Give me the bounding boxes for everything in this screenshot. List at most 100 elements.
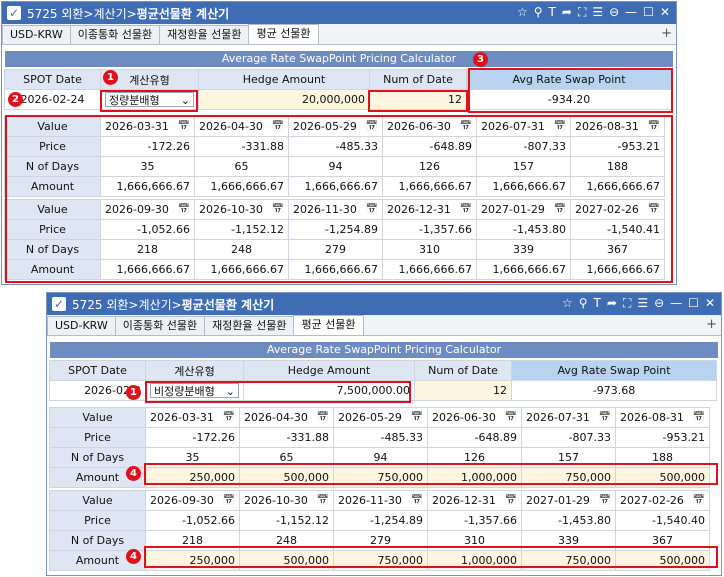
amount-cell[interactable]: 750,000 <box>333 550 428 571</box>
star-icon[interactable]: ☆ <box>562 296 573 311</box>
value-date-input[interactable]: 2026-06-30 📅 <box>427 407 522 428</box>
calendar-icon[interactable]: 📅 <box>411 495 423 506</box>
value-date-input[interactable]: 2026-08-31 📅 <box>570 116 665 137</box>
amount-cell[interactable]: 1,000,000 <box>427 550 522 571</box>
maximize-icon[interactable]: ☐ <box>688 296 699 311</box>
value-date-input[interactable]: 2027-02-26 📅 <box>615 490 710 511</box>
amount-cell[interactable]: 500,000 <box>615 550 710 571</box>
calendar-icon[interactable]: 📅 <box>693 412 705 423</box>
value-date-input[interactable]: 2026-04-30 📅 <box>194 116 289 137</box>
tab-usd-krw[interactable]: USD-KRW <box>2 25 71 44</box>
value-date-input[interactable]: 2026-03-31 📅 <box>100 116 195 137</box>
text-icon[interactable]: T <box>594 296 601 311</box>
value-date-input[interactable]: 2027-01-29 📅 <box>521 490 616 511</box>
amount-cell[interactable]: 750,000 <box>521 550 616 571</box>
amount-cell[interactable]: 500,000 <box>615 467 710 488</box>
value-date-input[interactable]: 2026-05-29 📅 <box>333 407 428 428</box>
amount-cell[interactable]: 1,000,000 <box>427 467 522 488</box>
close-icon[interactable]: ✕ <box>660 5 670 20</box>
minimize-circle-icon[interactable]: ⊖ <box>609 5 619 20</box>
amount-cell[interactable]: 750,000 <box>333 467 428 488</box>
amount-cell: 1,666,666.67 <box>476 259 571 280</box>
plus-icon[interactable]: + <box>706 317 717 332</box>
num-of-date-input[interactable]: 12 <box>414 380 512 401</box>
calendar-icon[interactable]: 📅 <box>223 495 235 506</box>
calendar-icon[interactable]: 📅 <box>366 121 378 132</box>
hedge-amount-input[interactable]: 7,500,000.00 <box>243 380 415 401</box>
expand-icon[interactable]: ⛶ <box>578 5 586 20</box>
value-date-input[interactable]: 2026-05-29 📅 <box>288 116 383 137</box>
value-date-input[interactable]: 2026-11-30 📅 <box>333 490 428 511</box>
minimize-icon[interactable]: — <box>670 296 682 311</box>
calendar-icon[interactable]: 📅 <box>648 204 660 215</box>
value-date-input[interactable]: 2026-10-30 📅 <box>194 199 289 220</box>
value-date-input[interactable]: 2026-10-30 📅 <box>239 490 334 511</box>
calendar-icon[interactable]: 📅 <box>272 204 284 215</box>
calendar-icon[interactable]: 📅 <box>693 495 705 506</box>
value-date-input[interactable]: 2027-01-29 📅 <box>476 199 571 220</box>
amount-cell[interactable]: 750,000 <box>521 467 616 488</box>
amount-cell[interactable]: 500,000 <box>239 467 334 488</box>
hedge-amount-input[interactable]: 20,000,000 <box>198 89 370 110</box>
minimize-circle-icon[interactable]: ⊖ <box>654 296 664 311</box>
value-date-input[interactable]: 2026-09-30 📅 <box>145 490 240 511</box>
value-date-input[interactable]: 2026-07-31 📅 <box>476 116 571 137</box>
tab-cross-currency[interactable]: 이종통화 선물환 <box>114 316 206 335</box>
star-icon[interactable]: ☆ <box>517 5 528 20</box>
tab-average-forward[interactable]: 평균 선물환 <box>293 315 364 335</box>
calendar-icon[interactable]: 📅 <box>223 412 235 423</box>
calendar-icon[interactable]: 📅 <box>599 495 611 506</box>
checkbox-icon[interactable]: ✓ <box>7 6 21 20</box>
value-date-input[interactable]: 2026-12-31 📅 <box>427 490 522 511</box>
value-date-input[interactable]: 2026-11-30 📅 <box>288 199 383 220</box>
list-icon[interactable]: ☰ <box>592 5 603 20</box>
maximize-icon[interactable]: ☐ <box>643 5 654 20</box>
value-date-input[interactable]: 2026-08-31 📅 <box>615 407 710 428</box>
value-date-input[interactable]: 2026-03-31 📅 <box>145 407 240 428</box>
calc-type-select[interactable]: 정량분배형 ⌄ <box>100 89 199 110</box>
link-off-icon[interactable]: ⚲ <box>534 5 543 20</box>
value-date-input[interactable]: 2027-02-26 📅 <box>570 199 665 220</box>
calendar-icon[interactable]: 📅 <box>460 204 472 215</box>
calendar-icon[interactable]: 📅 <box>317 495 329 506</box>
amount-cell[interactable]: 250,000 <box>145 467 240 488</box>
calendar-icon[interactable]: 📅 <box>554 121 566 132</box>
calendar-icon[interactable]: 📅 <box>178 204 190 215</box>
amount-cell[interactable]: 250,000 <box>145 550 240 571</box>
value-date-input[interactable]: 2026-04-30 📅 <box>239 407 334 428</box>
share-icon[interactable]: ➦ <box>562 5 572 20</box>
tab-arbitrage[interactable]: 재정환율 선물환 <box>204 316 295 335</box>
calendar-icon[interactable]: 📅 <box>554 204 566 215</box>
calendar-icon[interactable]: 📅 <box>505 495 517 506</box>
list-icon[interactable]: ☰ <box>637 296 648 311</box>
calendar-icon[interactable]: 📅 <box>366 204 378 215</box>
value-date-input[interactable]: 2026-09-30 📅 <box>100 199 195 220</box>
tab-usd-krw[interactable]: USD-KRW <box>47 316 116 335</box>
calendar-icon[interactable]: 📅 <box>411 412 423 423</box>
calendar-icon[interactable]: 📅 <box>317 412 329 423</box>
expand-icon[interactable]: ⛶ <box>623 296 631 311</box>
calendar-icon[interactable]: 📅 <box>648 121 660 132</box>
tab-arbitrage[interactable]: 재정환율 선물환 <box>159 25 250 44</box>
minimize-icon[interactable]: — <box>625 5 637 20</box>
link-off-icon[interactable]: ⚲ <box>579 296 588 311</box>
tab-cross-currency[interactable]: 이종통화 선물환 <box>69 25 161 44</box>
calendar-icon[interactable]: 📅 <box>178 121 190 132</box>
calculator-banner: Average Rate SwapPoint Pricing Calculato… <box>50 342 718 358</box>
tab-average-forward[interactable]: 평균 선물환 <box>248 24 319 44</box>
calc-type-select[interactable]: 비정량분배형 ⌄ <box>145 380 244 401</box>
value-date-input[interactable]: 2026-07-31 📅 <box>521 407 616 428</box>
plus-icon[interactable]: + <box>661 26 672 41</box>
share-icon[interactable]: ➦ <box>607 296 617 311</box>
checkbox-icon[interactable]: ✓ <box>52 297 66 311</box>
close-icon[interactable]: ✕ <box>705 296 715 311</box>
value-date-input[interactable]: 2026-12-31 📅 <box>382 199 477 220</box>
calendar-icon[interactable]: 📅 <box>599 412 611 423</box>
amount-cell[interactable]: 500,000 <box>239 550 334 571</box>
num-of-date-input[interactable]: 12 <box>369 89 467 110</box>
calendar-icon[interactable]: 📅 <box>460 121 472 132</box>
calendar-icon[interactable]: 📅 <box>505 412 517 423</box>
value-date-input[interactable]: 2026-06-30 📅 <box>382 116 477 137</box>
text-icon[interactable]: T <box>549 5 556 20</box>
calendar-icon[interactable]: 📅 <box>272 121 284 132</box>
